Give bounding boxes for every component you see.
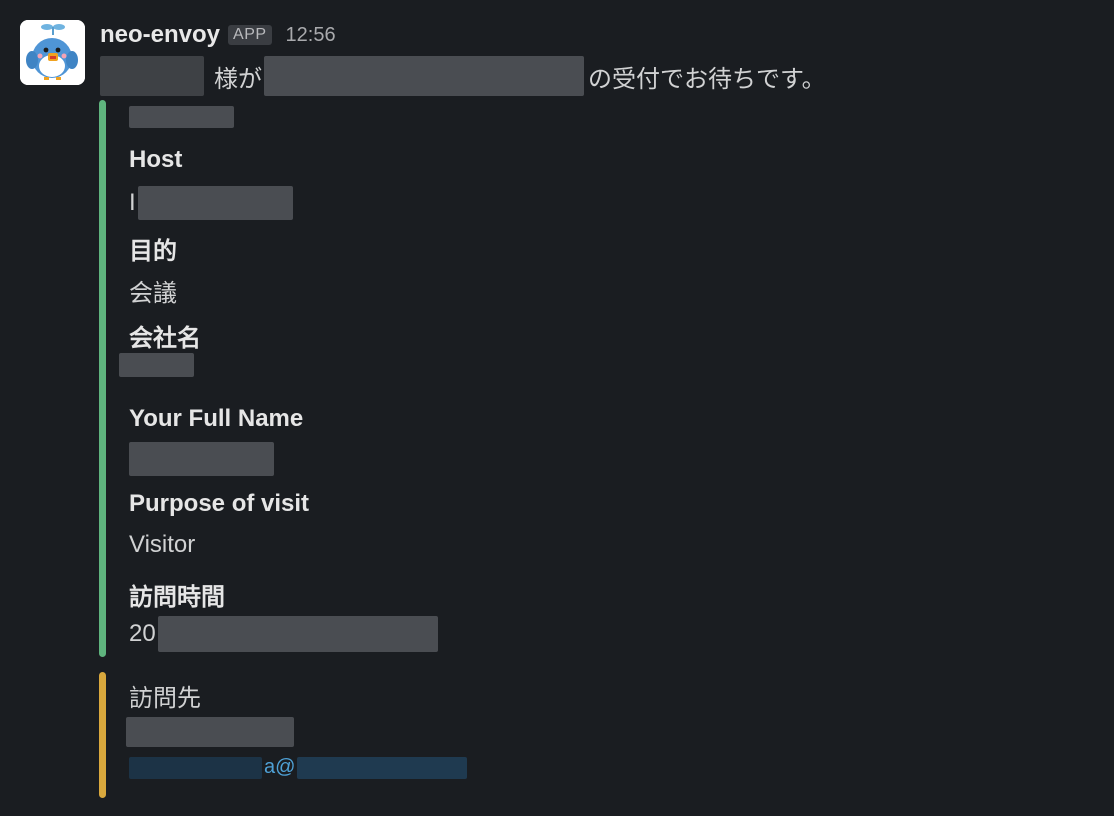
- host-value: I: [129, 186, 293, 220]
- host-value-prefix: I: [129, 189, 136, 216]
- visit-time-value: 20: [129, 616, 438, 652]
- purpose-jp-value: 会議: [129, 280, 177, 307]
- redacted-host: [137, 186, 293, 220]
- redacted-company: [119, 353, 194, 377]
- redacted-full-name: [129, 442, 274, 476]
- destination-label: 訪問先: [129, 685, 201, 712]
- redacted-top-line: [129, 106, 234, 128]
- purpose-jp-label: 目的: [129, 238, 177, 265]
- visit-time-prefix: 20: [129, 620, 156, 647]
- destination-email[interactable]: a@: [129, 756, 468, 779]
- slack-message: neo-envoy APP 12:56 様が の受付でお待ちです。 Host I…: [0, 0, 1114, 816]
- avatar[interactable]: [20, 20, 85, 85]
- redacted-email-local: [129, 756, 262, 779]
- text-waiting: の受付でお待ちです。: [588, 65, 826, 93]
- text-sama-ga: 様が: [214, 65, 262, 93]
- message-header: neo-envoy APP 12:56: [100, 18, 336, 52]
- email-link-text[interactable]: a@: [264, 756, 295, 779]
- attachment-bar-yellow: [99, 672, 106, 798]
- attachment-bar-green: [99, 100, 106, 657]
- host-label: Host: [129, 146, 183, 173]
- bird-icon: [20, 20, 85, 85]
- message-text: 様が の受付でお待ちです。: [100, 56, 826, 96]
- purpose-en-label: Purpose of visit: [129, 490, 310, 517]
- visit-time-label: 訪問時間: [129, 584, 225, 611]
- sender-name[interactable]: neo-envoy: [100, 21, 220, 49]
- redacted-destination-name: [126, 717, 294, 747]
- full-name-label: Your Full Name: [129, 405, 304, 432]
- redacted-visit-time: [157, 616, 438, 652]
- purpose-en-value: Visitor: [129, 531, 196, 558]
- app-badge: APP: [228, 25, 272, 45]
- company-label: 会社名: [129, 325, 201, 352]
- message-time[interactable]: 12:56: [286, 24, 336, 47]
- redacted-email-domain: [297, 756, 468, 779]
- redacted-location: [264, 56, 584, 96]
- redacted-visitor-name: [100, 56, 204, 96]
